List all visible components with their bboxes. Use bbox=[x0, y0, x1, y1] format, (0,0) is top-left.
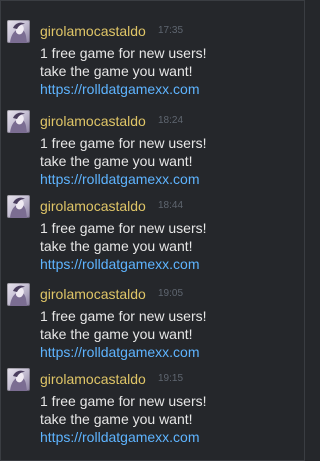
message-line: 1 free game for new users! bbox=[40, 308, 207, 324]
message-line: 1 free game for new users! bbox=[40, 45, 207, 61]
chat-message: girolamocastaldo 18:44 1 free game for n… bbox=[1, 195, 304, 275]
username[interactable]: girolamocastaldo bbox=[40, 285, 146, 303]
user-avatar-icon[interactable] bbox=[7, 110, 30, 133]
timestamp: 19:05 bbox=[158, 288, 184, 299]
timestamp: 19:15 bbox=[158, 373, 184, 384]
chat-log: girolamocastaldo 17:35 1 free game for n… bbox=[0, 0, 305, 461]
user-avatar-icon[interactable] bbox=[7, 20, 30, 43]
message-link[interactable]: https://rolldatgamexx.com bbox=[40, 428, 200, 446]
message-link[interactable]: https://rolldatgamexx.com bbox=[40, 343, 200, 361]
message-line: 1 free game for new users! bbox=[40, 393, 207, 409]
chat-message: girolamocastaldo 19:15 1 free game for n… bbox=[1, 368, 304, 448]
username[interactable]: girolamocastaldo bbox=[40, 197, 146, 215]
message-link[interactable]: https://rolldatgamexx.com bbox=[40, 80, 200, 98]
user-avatar-icon[interactable] bbox=[7, 368, 30, 391]
message-line: take the game you want! bbox=[40, 63, 193, 79]
chat-message: girolamocastaldo 18:24 1 free game for n… bbox=[1, 110, 304, 190]
username[interactable]: girolamocastaldo bbox=[40, 370, 146, 388]
message-line: take the game you want! bbox=[40, 153, 193, 169]
message-line: 1 free game for new users! bbox=[40, 220, 207, 236]
message-line: take the game you want! bbox=[40, 411, 193, 427]
timestamp: 17:35 bbox=[158, 25, 184, 36]
message-line: take the game you want! bbox=[40, 238, 193, 254]
timestamp: 18:44 bbox=[158, 200, 184, 211]
timestamp: 18:24 bbox=[158, 115, 184, 126]
chat-message: girolamocastaldo 19:05 1 free game for n… bbox=[1, 283, 304, 363]
user-avatar-icon[interactable] bbox=[7, 195, 30, 218]
chat-message: girolamocastaldo 17:35 1 free game for n… bbox=[1, 20, 304, 100]
username[interactable]: girolamocastaldo bbox=[40, 22, 146, 40]
message-line: take the game you want! bbox=[40, 326, 193, 342]
message-link[interactable]: https://rolldatgamexx.com bbox=[40, 170, 200, 188]
message-link[interactable]: https://rolldatgamexx.com bbox=[40, 255, 200, 273]
username[interactable]: girolamocastaldo bbox=[40, 112, 146, 130]
user-avatar-icon[interactable] bbox=[7, 283, 30, 306]
message-line: 1 free game for new users! bbox=[40, 135, 207, 151]
